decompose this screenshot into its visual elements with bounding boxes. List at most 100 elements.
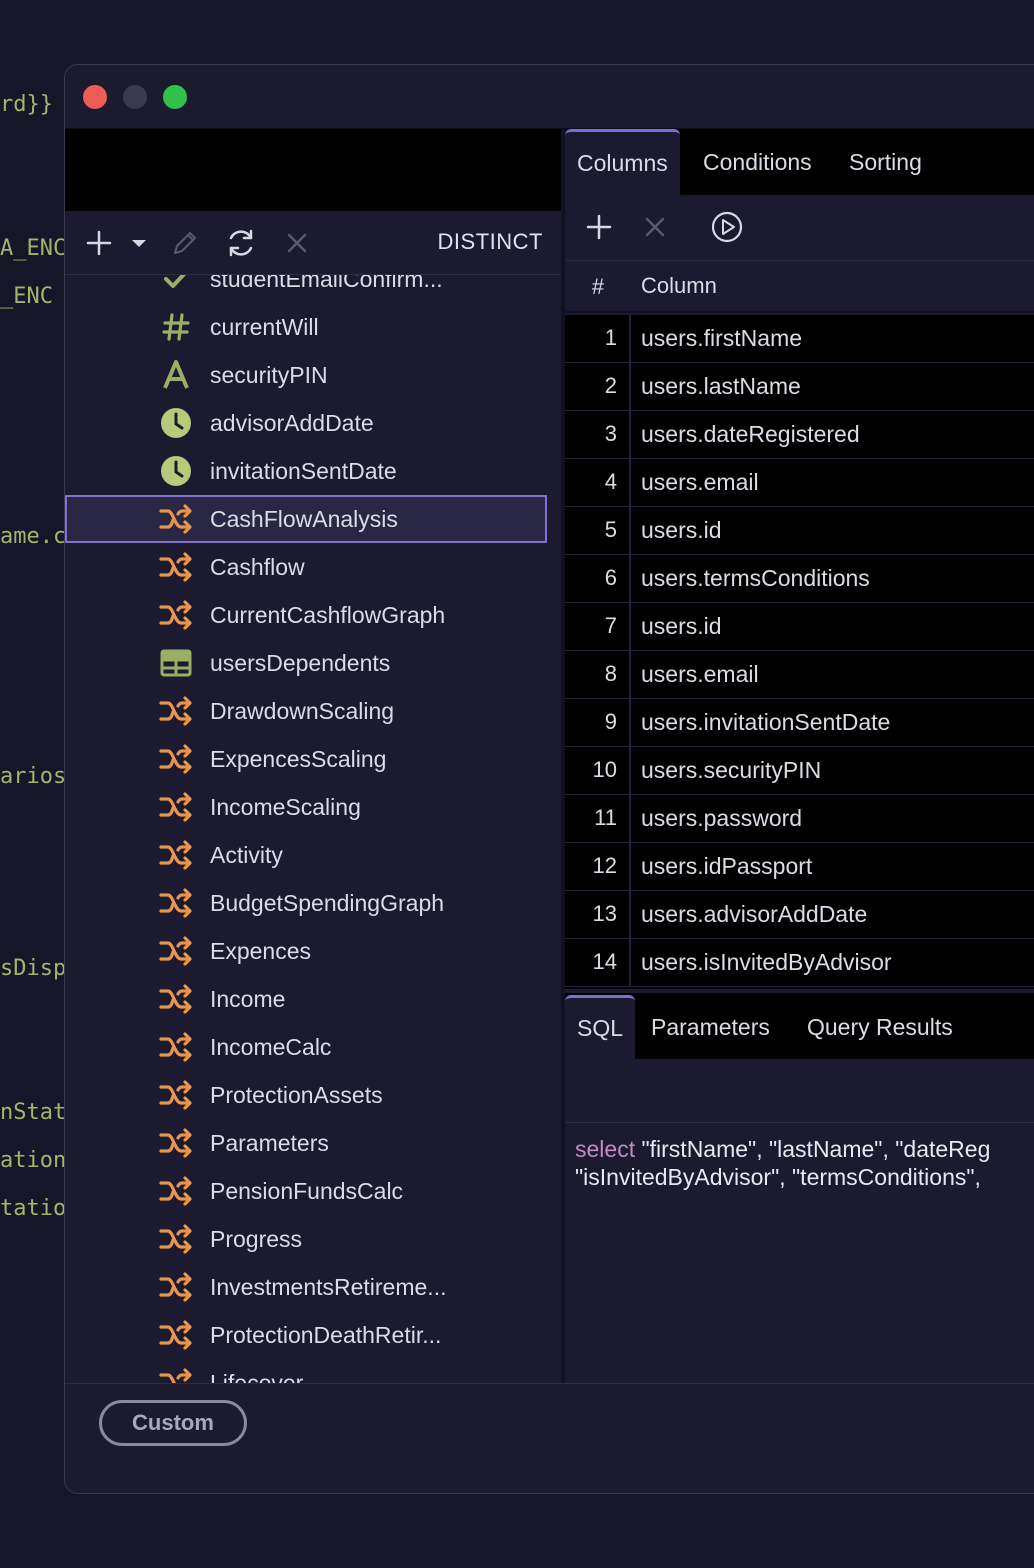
shuffle-icon	[159, 502, 193, 536]
table-row[interactable]: 6 users.termsConditions	[565, 555, 1034, 603]
tab-parameters[interactable]: Parameters	[639, 995, 782, 1059]
index-column-header[interactable]: #	[565, 274, 631, 300]
background-text: _ENC	[0, 284, 53, 309]
column-name-cell[interactable]: users.email	[641, 459, 759, 505]
table-row[interactable]: 12 users.idPassport	[565, 843, 1034, 891]
pencil-icon[interactable]	[167, 225, 203, 261]
column-name-cell[interactable]: users.securityPIN	[641, 747, 821, 793]
tree-item[interactable]: Lifecover	[65, 1359, 547, 1383]
tree-item-label: InvestmentsRetireme...	[210, 1273, 447, 1300]
column-name-cell[interactable]: users.advisorAddDate	[641, 891, 867, 937]
column-name-header[interactable]: Column	[641, 273, 717, 299]
tree-item[interactable]: securityPIN	[65, 351, 547, 399]
table-row[interactable]: 2 users.lastName	[565, 363, 1034, 411]
table-row[interactable]: 10 users.securityPIN	[565, 747, 1034, 795]
column-name-cell[interactable]: users.invitationSentDate	[641, 699, 890, 745]
tree-item-label: ExpencesScaling	[210, 745, 387, 772]
column-name-cell[interactable]: users.firstName	[641, 315, 802, 361]
tree-item[interactable]: Cashflow	[65, 543, 547, 591]
plus-icon[interactable]	[581, 209, 617, 245]
tree-item[interactable]: IncomeScaling	[65, 783, 547, 831]
plus-icon[interactable]	[81, 225, 117, 261]
table-row[interactable]: 13 users.advisorAddDate	[565, 891, 1034, 939]
column-name-cell[interactable]: users.termsConditions	[641, 555, 870, 601]
table-row[interactable]: 8 users.email	[565, 651, 1034, 699]
column-name-cell[interactable]: users.password	[641, 795, 802, 841]
tree-item[interactable]: ProtectionDeathRetir...	[65, 1311, 547, 1359]
distinct-toggle[interactable]: DISTINCT	[438, 229, 543, 255]
column-name-cell[interactable]: users.isInvitedByAdvisor	[641, 939, 892, 985]
tree-item-label: BudgetSpendingGraph	[210, 889, 445, 916]
columns-toolbar	[565, 195, 1034, 261]
table-row[interactable]: 5 users.id	[565, 507, 1034, 555]
tree-item-label: Income	[210, 985, 286, 1012]
table-row[interactable]: 3 users.dateRegistered	[565, 411, 1034, 459]
shuffle-icon	[159, 742, 193, 776]
tree-item[interactable]: DrawdownScaling	[65, 687, 547, 735]
shuffle-icon	[159, 598, 193, 632]
tree-toolbar: DISTINCT	[65, 211, 565, 275]
tab-query-results[interactable]: Query Results	[795, 995, 965, 1059]
tree-item[interactable]: CashFlowAnalysis	[65, 495, 547, 543]
table-row[interactable]: 4 users.email	[565, 459, 1034, 507]
background-text: rd}}	[0, 92, 53, 117]
shuffle-icon	[159, 982, 193, 1016]
clock-icon	[159, 454, 193, 488]
tab-sql[interactable]: SQL	[565, 995, 636, 1059]
column-name-cell[interactable]: users.lastName	[641, 363, 801, 409]
table-row[interactable]: 14 users.isInvitedByAdvisor	[565, 939, 1034, 987]
table-row[interactable]: 9 users.invitationSentDate	[565, 699, 1034, 747]
tree-item[interactable]: ProtectionAssets	[65, 1071, 547, 1119]
tree-item[interactable]: PensionFundsCalc	[65, 1167, 547, 1215]
table-row[interactable]: 11 users.password	[565, 795, 1034, 843]
tree-item[interactable]: Parameters	[65, 1119, 547, 1167]
tree-item[interactable]: Progress	[65, 1215, 547, 1263]
tree-item[interactable]: ExpencesScaling	[65, 735, 547, 783]
tree-item[interactable]: CurrentCashflowGraph	[65, 591, 547, 639]
column-name-cell[interactable]: users.dateRegistered	[641, 411, 860, 457]
close-icon[interactable]	[637, 209, 673, 245]
column-name-cell[interactable]: users.id	[641, 507, 722, 553]
row-index: 14	[565, 939, 631, 987]
table-row[interactable]: 7 users.id	[565, 603, 1034, 651]
zoom-window-button[interactable]	[163, 85, 187, 109]
tree-item-label: Activity	[210, 841, 283, 868]
tree-item[interactable]: invitationSentDate	[65, 447, 547, 495]
row-index: 5	[565, 507, 631, 555]
shuffle-icon	[159, 790, 193, 824]
tree-item[interactable]: InvestmentsRetireme...	[65, 1263, 547, 1311]
tree-item[interactable]: Income	[65, 975, 547, 1023]
tab-columns[interactable]: Columns	[565, 129, 680, 195]
tab-conditions[interactable]: Conditions	[691, 129, 824, 195]
shuffle-icon	[159, 1318, 193, 1352]
custom-button[interactable]: Custom	[99, 1400, 247, 1446]
clock-icon	[159, 406, 193, 440]
close-window-button[interactable]	[83, 85, 107, 109]
tree-item[interactable]: Expences	[65, 927, 547, 975]
tree-item[interactable]: BudgetSpendingGraph	[65, 879, 547, 927]
column-name-cell[interactable]: users.idPassport	[641, 843, 812, 889]
tree-item[interactable]: advisorAddDate	[65, 399, 547, 447]
sql-editor[interactable]: select "firstName", "lastName", "dateReg…	[565, 1123, 1034, 1383]
table-row[interactable]: 1 users.firstName	[565, 315, 1034, 363]
play-circle-icon[interactable]	[709, 209, 745, 245]
row-index: 4	[565, 459, 631, 507]
tab-sorting[interactable]: Sorting	[837, 129, 934, 195]
tree-item[interactable]: studentEmailConfirm...	[65, 275, 547, 303]
column-name-cell[interactable]: users.id	[641, 603, 722, 649]
column-name-cell[interactable]: users.email	[641, 651, 759, 697]
tree-item[interactable]: IncomeCalc	[65, 1023, 547, 1071]
chevron-down-icon[interactable]	[121, 225, 157, 261]
minimize-window-button[interactable]	[123, 85, 147, 109]
title-bar	[65, 65, 1034, 129]
close-icon[interactable]	[279, 225, 315, 261]
tree-item[interactable]: Activity	[65, 831, 547, 879]
refresh-icon[interactable]	[223, 225, 259, 261]
tree-item-label: CurrentCashflowGraph	[210, 601, 446, 628]
tree-item[interactable]: usersDependents	[65, 639, 547, 687]
table-icon	[159, 646, 193, 680]
query-builder-window: DISTINCT studentEmailConfirm... currentWi…	[64, 64, 1034, 1494]
tree-item-label: ProtectionDeathRetir...	[210, 1321, 442, 1348]
shuffle-icon	[159, 886, 193, 920]
tree-item[interactable]: currentWill	[65, 303, 547, 351]
